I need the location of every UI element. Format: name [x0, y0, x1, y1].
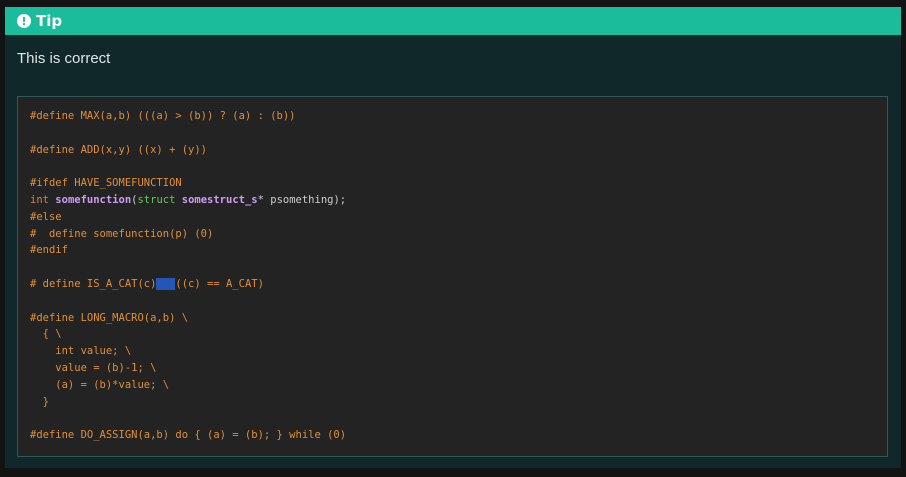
code-line: #define DO_ASSIGN(a,b) do { (a) = (b); }…	[30, 429, 347, 442]
code-line-highlighted: int somefunction(struct somestruct_s* ps…	[30, 192, 875, 209]
code-token: ((c) == A_CAT)	[175, 277, 264, 290]
admonition-title: Tip	[36, 12, 63, 30]
code-line: (a) = (b)*value; \	[30, 378, 170, 391]
code-line: { \	[30, 328, 62, 341]
selection-highlight[interactable]	[156, 277, 176, 290]
code-line: #define LONG_MACRO(a,b) \	[30, 311, 189, 324]
code-token: # define IS_A_CAT(c)	[30, 277, 157, 290]
type-name-token: somestruct_s	[181, 193, 258, 206]
code-block[interactable]: #define MAX(a,b) (((a) > (b)) ? (a) : (b…	[17, 96, 888, 457]
code-line: #define ADD(x,y) ((x) + (y))	[30, 143, 208, 156]
code-line: #else	[30, 210, 62, 223]
keyword-token: int	[30, 193, 49, 206]
code-line-with-selection: # define IS_A_CAT(c) ((c) == A_CAT)	[30, 276, 875, 293]
admonition-text: This is correct	[17, 50, 111, 67]
type-keyword-token: struct	[137, 193, 176, 206]
exclamation-circle-icon: !	[17, 14, 31, 28]
code-line: value = (b)-1; \	[30, 361, 157, 374]
code-content[interactable]: #define MAX(a,b) (((a) > (b)) ? (a) : (b…	[30, 108, 875, 444]
admonition-header: ! Tip	[5, 7, 901, 35]
code-line: #define MAX(a,b) (((a) > (b)) ? (a) : (b…	[30, 110, 296, 122]
code-line: int value; \	[30, 345, 132, 358]
tip-admonition: ! Tip This is correct #define MAX(a,b) (…	[5, 7, 901, 468]
code-line: # define somefunction(p) (0)	[30, 227, 214, 240]
function-name-token: somefunction	[55, 193, 132, 206]
rest-token: * psomething);	[257, 193, 347, 206]
code-line: #ifdef HAVE_SOMEFUNCTION	[30, 177, 182, 190]
code-line: #endif	[30, 244, 68, 257]
code-line: }	[30, 395, 49, 408]
